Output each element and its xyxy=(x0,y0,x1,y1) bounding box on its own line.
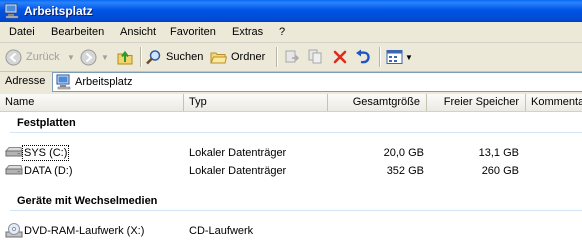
window-title: Arbeitsplatz xyxy=(24,4,93,18)
address-bar: Adresse Arbeitsplatz xyxy=(0,72,582,92)
column-header-free-space[interactable]: Freier Speicher xyxy=(427,94,526,111)
my-computer-icon xyxy=(56,74,72,93)
group-divider xyxy=(10,210,582,211)
back-arrow-icon xyxy=(5,49,22,66)
copy-to-button[interactable] xyxy=(308,47,324,67)
column-header-type[interactable]: Typ xyxy=(184,94,328,111)
item-type: Lokaler Datenträger xyxy=(189,165,287,177)
menu-bar: Datei Bearbeiten Ansicht Favoriten Extra… xyxy=(0,22,582,43)
address-value: Arbeitsplatz xyxy=(75,76,133,88)
copy-to-icon xyxy=(308,49,324,65)
list-item[interactable]: SYS (C:) Lokaler Datenträger 20,0 GB 13,… xyxy=(0,145,582,161)
search-button[interactable]: Suchen xyxy=(145,47,203,67)
column-header-comment[interactable]: Kommentar xyxy=(526,94,582,111)
list-item[interactable]: DVD-RAM-Laufwerk (X:) CD-Laufwerk xyxy=(0,223,582,239)
address-field[interactable]: Arbeitsplatz xyxy=(52,72,582,92)
move-to-icon xyxy=(284,49,300,65)
item-free-space: 260 GB xyxy=(481,165,519,177)
item-name: SYS (C:) xyxy=(21,145,70,161)
group-header-removable-devices: Geräte mit Wechselmedien xyxy=(17,195,158,207)
title-bar[interactable]: Arbeitsplatz xyxy=(0,0,582,22)
search-icon xyxy=(145,49,162,66)
undo-button[interactable] xyxy=(354,47,372,67)
item-type: Lokaler Datenträger xyxy=(189,147,287,159)
file-list: Name Typ Gesamtgröße Freier Speicher Kom… xyxy=(0,94,582,250)
delete-button[interactable] xyxy=(332,47,348,67)
item-name: DVD-RAM-Laufwerk (X:) xyxy=(24,225,145,237)
item-type: CD-Laufwerk xyxy=(189,225,254,237)
item-name: DATA (D:) xyxy=(24,165,73,177)
views-dropdown-icon: ▼ xyxy=(405,52,413,62)
menu-view[interactable]: Ansicht xyxy=(120,26,156,38)
list-item[interactable]: DATA (D:) Lokaler Datenträger 352 GB 260… xyxy=(0,163,582,179)
column-headers: Name Typ Gesamtgröße Freier Speicher Kom… xyxy=(0,94,582,112)
hard-drive-icon xyxy=(4,145,23,162)
toolbar: Zurück ▼ ▼ Suchen Ordner ▼ xyxy=(0,43,582,72)
hard-drive-icon xyxy=(4,163,23,180)
item-total-size: 352 GB xyxy=(386,165,424,177)
cd-drive-icon xyxy=(5,223,23,242)
views-icon xyxy=(386,49,404,65)
views-button[interactable]: ▼ xyxy=(386,47,413,67)
menu-tools[interactable]: Extras xyxy=(232,26,263,38)
back-button[interactable]: Zurück xyxy=(5,47,60,67)
back-label: Zurück xyxy=(26,51,60,63)
delete-x-icon xyxy=(332,49,348,65)
undo-icon xyxy=(354,48,372,66)
forward-arrow-icon xyxy=(80,49,97,66)
menu-favorites[interactable]: Favoriten xyxy=(170,26,216,38)
folder-up-icon xyxy=(116,48,134,66)
forward-dropdown-icon[interactable]: ▼ xyxy=(101,53,109,62)
forward-button[interactable] xyxy=(80,47,97,67)
my-computer-icon xyxy=(4,3,20,19)
back-dropdown-icon[interactable]: ▼ xyxy=(67,53,75,62)
column-header-total-size[interactable]: Gesamtgröße xyxy=(328,94,427,111)
folders-icon xyxy=(210,49,227,66)
item-free-space: 13,1 GB xyxy=(478,147,519,159)
menu-edit[interactable]: Bearbeiten xyxy=(51,26,104,38)
group-divider xyxy=(10,132,582,133)
menu-file[interactable]: Datei xyxy=(9,26,35,38)
up-button[interactable] xyxy=(116,47,134,67)
item-total-size: 20,0 GB xyxy=(383,147,424,159)
move-to-button[interactable] xyxy=(284,47,300,67)
folders-label: Ordner xyxy=(231,51,266,63)
menu-help[interactable]: ? xyxy=(279,26,285,38)
search-label: Suchen xyxy=(166,51,204,63)
group-header-hard-drives: Festplatten xyxy=(17,117,76,129)
column-header-name[interactable]: Name xyxy=(0,94,184,111)
address-label: Adresse xyxy=(5,75,46,87)
folders-button[interactable]: Ordner xyxy=(210,47,265,67)
